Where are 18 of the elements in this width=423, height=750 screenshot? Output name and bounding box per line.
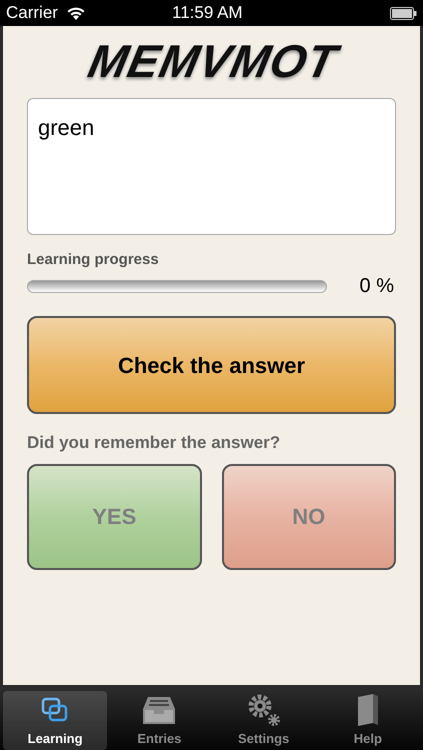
inbox-tray-icon	[142, 694, 176, 725]
tab[interactable]: Entries	[107, 691, 212, 750]
progress-reading: 0 %	[360, 274, 394, 299]
tab[interactable]: Learning	[3, 691, 108, 750]
clock-label: 11:59 AM	[172, 2, 243, 24]
battery-icon	[390, 6, 417, 20]
tab[interactable]: Settings	[212, 691, 316, 750]
answer-text: green	[38, 115, 94, 140]
progress-label: Learning progress	[27, 251, 160, 269]
gears-icon	[246, 692, 282, 727]
logo: MEMVMOT	[82, 38, 342, 89]
tab[interactable]: Help	[316, 691, 420, 750]
check-answer-button[interactable]: Check the answer	[27, 316, 396, 414]
overlapping-squares-icon	[41, 696, 70, 723]
question-label: Did you remember the answer?	[27, 432, 282, 454]
carrier-label: Carrier	[6, 2, 58, 24]
wifi-icon	[66, 6, 86, 20]
answer-field[interactable]: green	[27, 98, 396, 235]
